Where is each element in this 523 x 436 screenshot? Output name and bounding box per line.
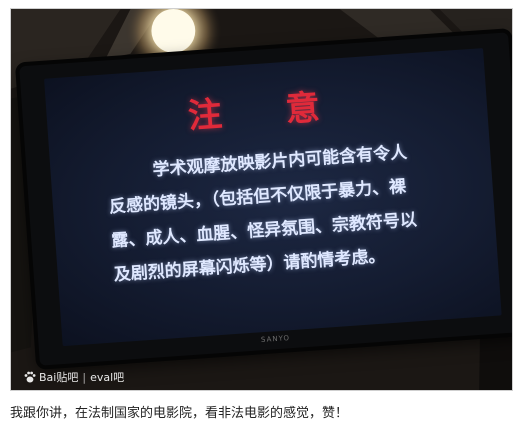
notice-text: 学术观摩放映影片内可能含有令人反感的镜头，（包括但不仅限于暴力、裸露、成人、血腥… (108, 142, 418, 286)
post-caption: 我跟你讲，在法制国家的电影院，看非法电影的感觉，赞！ (10, 406, 349, 421)
post-image-frame: 注 意 学术观摩放映影片内可能含有令人反感的镜头，（包括但不仅限于暴力、裸露、成… (0, 0, 523, 436)
notice-title: 注 意 (186, 85, 347, 137)
cinema-photo: 注 意 学术观摩放映影片内可能含有令人反感的镜头，（包括但不仅限于暴力、裸露、成… (10, 8, 513, 391)
baidu-tieba-watermark: Bai贴吧 | eval吧 (23, 369, 124, 385)
watermark-separator: | (82, 370, 87, 384)
watermark-user-text: eval吧 (90, 371, 125, 384)
tv-screen: 注 意 学术观摩放映影片内可能含有令人反感的镜头，（包括但不仅限于暴力、裸露、成… (44, 48, 502, 347)
tv-monitor: 注 意 学术观摩放映影片内可能含有令人反感的镜头，（包括但不仅限于暴力、裸露、成… (19, 32, 512, 366)
baidu-paw-icon (24, 371, 36, 383)
watermark-logo-text: Bai贴吧 (39, 371, 79, 384)
